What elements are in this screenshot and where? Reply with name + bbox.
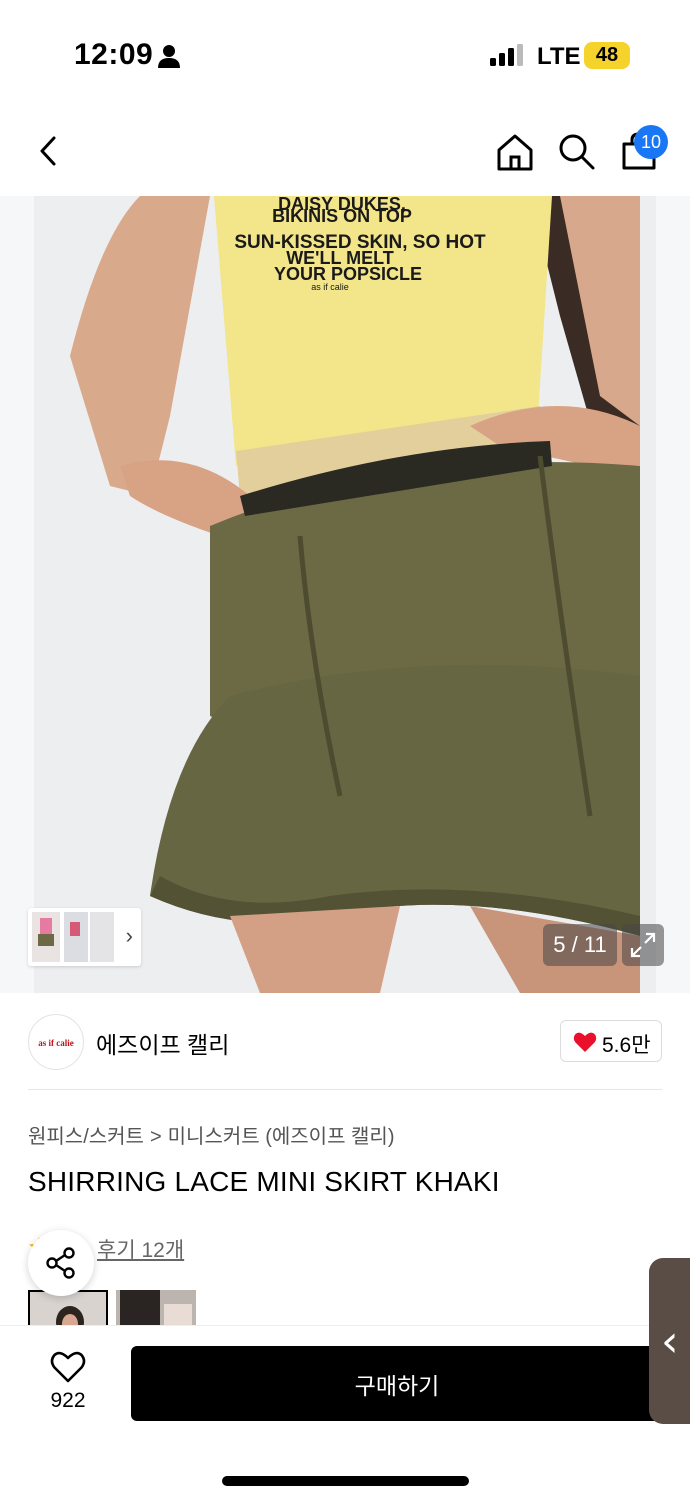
wishlist-count: 922 [50, 1389, 86, 1412]
person-icon [158, 45, 180, 68]
product-title: SHIRRING LACE MINI SKIRT KHAKI [28, 1166, 500, 1197]
network-label: LTE [537, 43, 581, 70]
expand-icon [630, 932, 656, 958]
heart-filled-icon [573, 1032, 597, 1052]
breadcrumb: 원피스/스커트 > 미니스커트 (에즈이프 캘리) [28, 1120, 395, 1149]
brand-like-count: 5.6만 [602, 1034, 651, 1057]
product-photo: DAISY DUKES, BIKINIS ON TOP SUN-KISSED S… [0, 196, 690, 993]
review-photo-thumbnail[interactable] [116, 1290, 196, 1326]
signal-icon [490, 44, 523, 66]
image-thumbnail-strip[interactable]: › [28, 908, 141, 966]
cart-count-badge: 10 [634, 125, 668, 159]
shirt-text-line: BIKINIS ON TOP [272, 206, 412, 226]
home-indicator [222, 1476, 469, 1486]
search-icon[interactable] [556, 131, 596, 171]
chevron-right-icon: › [125, 923, 133, 948]
status-bar: 12:09 LTE 48 [0, 0, 690, 110]
share-icon [46, 1247, 75, 1279]
review-photo [116, 1290, 196, 1326]
share-button[interactable] [28, 1230, 94, 1296]
breadcrumb-category[interactable]: 원피스/스커트 [28, 1126, 144, 1148]
side-panel-tab[interactable]: ‹ [649, 1258, 690, 1424]
brand-name[interactable]: 에즈이프 캘리 [96, 1026, 229, 1060]
breadcrumb-separator: > [149, 1126, 162, 1148]
shirt-text-line: as if calie [311, 282, 349, 292]
brand-logo[interactable]: as if calie [28, 1014, 84, 1070]
buy-button[interactable]: 구매하기 [131, 1346, 663, 1421]
divider [28, 1089, 662, 1090]
breadcrumb-subcategory[interactable]: 미니스커트 (에즈이프 캘리) [168, 1126, 395, 1148]
brand-logo-text: as if calie [38, 1038, 74, 1048]
product-image-carousel[interactable]: DAISY DUKES, BIKINIS ON TOP SUN-KISSED S… [0, 196, 690, 993]
review-photo-thumbnail[interactable] [28, 1290, 108, 1326]
status-time: 12:09 [74, 38, 154, 71]
heart-outline-icon[interactable] [50, 1350, 86, 1384]
top-nav-bar [0, 110, 690, 196]
back-icon[interactable] [30, 132, 68, 170]
home-icon[interactable] [494, 131, 536, 173]
brand-like-button[interactable]: 5.6만 [560, 1020, 662, 1062]
expand-button[interactable] [622, 924, 664, 966]
battery-indicator: 48 [584, 42, 630, 69]
review-count-link[interactable]: 후기 12개 [97, 1234, 184, 1264]
chevron-left-icon: ‹ [661, 1316, 679, 1367]
thumbnail-image [32, 912, 114, 962]
review-photo [30, 1292, 106, 1326]
image-counter: 5 / 11 [543, 924, 617, 966]
shirt-text-line: YOUR POPSICLE [274, 264, 422, 284]
